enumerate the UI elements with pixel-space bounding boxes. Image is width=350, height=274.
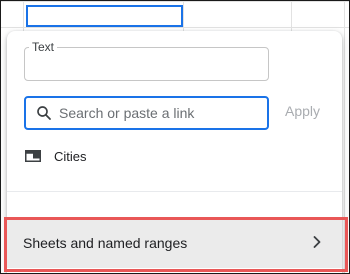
sheet-tab-icon bbox=[25, 150, 41, 162]
search-placeholder: Search or paste a link bbox=[59, 105, 195, 121]
link-text-input[interactable] bbox=[24, 47, 269, 81]
divider bbox=[7, 191, 342, 192]
sheets-and-named-ranges-label: Sheets and named ranges bbox=[23, 235, 188, 251]
apply-button[interactable]: Apply bbox=[285, 103, 320, 119]
grid-line bbox=[344, 1, 345, 273]
chevron-right-icon bbox=[313, 236, 321, 248]
grid-line bbox=[1, 1, 349, 2]
suggestion-item-cities[interactable]: Cities bbox=[54, 149, 87, 164]
link-search-input[interactable]: Search or paste a link bbox=[24, 96, 269, 130]
sheets-and-named-ranges-row[interactable]: Sheets and named ranges bbox=[7, 218, 342, 268]
text-field-label: Text bbox=[29, 40, 58, 54]
grid-line bbox=[1, 27, 349, 28]
search-icon bbox=[37, 106, 51, 120]
selected-cell[interactable] bbox=[26, 5, 183, 27]
screenshot-frame: Text Search or paste a link Apply Cities… bbox=[0, 0, 350, 274]
